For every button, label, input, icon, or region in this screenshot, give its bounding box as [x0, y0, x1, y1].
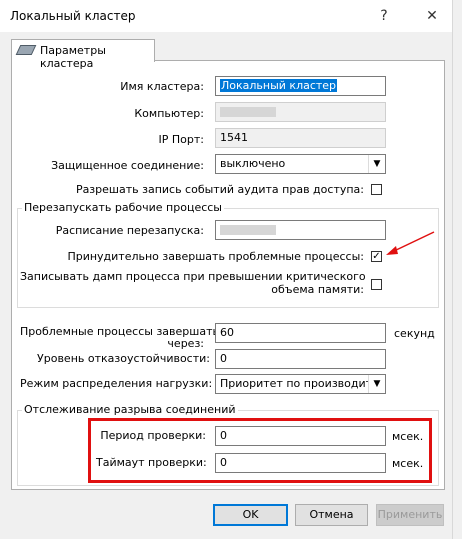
cluster-name-value: Локальный кластер — [220, 79, 338, 92]
check-timeout-label: Таймаут проверки: — [96, 456, 207, 469]
cluster-icon — [15, 45, 37, 55]
fault-tolerance-label: Уровень отказоустойчивости: — [37, 352, 210, 365]
annotation-arrow — [386, 231, 435, 255]
restart-schedule-input[interactable] — [215, 220, 386, 240]
cluster-name-label: Имя кластера: — [120, 80, 204, 93]
problem-processes-label-line2: через: — [167, 337, 204, 350]
fault-tolerance-input[interactable]: 0 — [215, 349, 386, 369]
dump-checkbox[interactable] — [371, 279, 382, 290]
ip-port-label: IP Порт: — [158, 133, 204, 146]
restart-group-title: Перезапускать рабочие процессы — [22, 201, 224, 214]
ip-port-field: 1541 — [215, 128, 386, 148]
check-period-unit: мсек. — [392, 430, 424, 443]
check-timeout-input[interactable]: 0 — [215, 453, 386, 473]
secure-connection-select[interactable]: выключено ▼ — [215, 154, 386, 174]
annotation-arrow-line — [391, 231, 435, 253]
force-terminate-checkbox[interactable]: ✓ — [371, 251, 382, 262]
cancel-button[interactable]: Отмена — [295, 504, 368, 526]
title-bar: Локальный кластер ? ✕ — [0, 0, 462, 32]
background-window-edge — [452, 0, 462, 539]
connection-tracking-group-title: Отслеживание разрыва соединений — [22, 403, 238, 416]
check-period-label: Период проверки: — [100, 429, 206, 442]
help-button[interactable]: ? — [372, 4, 396, 28]
force-terminate-label: Принудительно завершать проблемные проце… — [67, 250, 364, 263]
problem-processes-input[interactable]: 60 — [215, 323, 386, 343]
secure-connection-value: выключено — [220, 157, 286, 170]
chevron-down-icon: ▼ — [368, 375, 385, 393]
load-balancing-value: Приоритет по производитель — [220, 377, 368, 390]
secure-connection-label: Защищенное соединение: — [51, 159, 204, 172]
audit-checkbox[interactable] — [371, 184, 382, 195]
computer-label: Компьютер: — [134, 107, 204, 120]
redacted-computer-name — [220, 107, 276, 117]
annotation-arrow-head — [386, 246, 398, 255]
problem-processes-unit: секунд — [394, 327, 435, 340]
load-balancing-label: Режим распределения нагрузки: — [20, 377, 213, 390]
dump-label-line1: Записывать дамп процесса при превышении … — [20, 270, 366, 283]
window-title: Локальный кластер — [10, 9, 136, 23]
redacted-schedule — [220, 225, 276, 235]
restart-schedule-label: Расписание перезапуска: — [55, 224, 204, 237]
check-timeout-unit: мсек. — [392, 457, 424, 470]
tab-label: Параметры кластера — [40, 44, 106, 70]
cluster-name-input[interactable]: Локальный кластер — [215, 76, 386, 96]
tab-cluster-parameters[interactable]: Параметры кластера — [11, 39, 155, 70]
chevron-down-icon: ▼ — [368, 155, 385, 173]
close-button[interactable]: ✕ — [420, 4, 444, 28]
dump-label-line2: объема памяти: — [271, 283, 364, 296]
computer-field — [215, 102, 386, 122]
audit-label: Разрешать запись событий аудита прав дос… — [75, 183, 364, 196]
apply-button[interactable]: Применить — [376, 504, 444, 526]
load-balancing-select[interactable]: Приоритет по производитель ▼ — [215, 374, 386, 394]
ok-button[interactable]: OK — [213, 504, 288, 526]
check-period-input[interactable]: 0 — [215, 426, 386, 446]
